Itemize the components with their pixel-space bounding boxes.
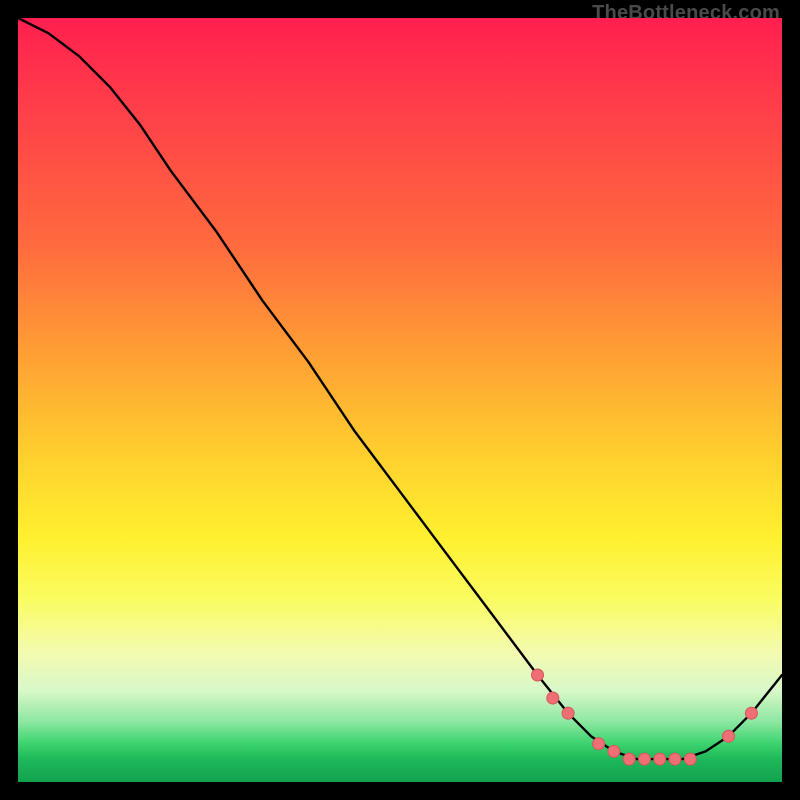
curve-marker [654, 753, 666, 765]
chart-stage: TheBottleneck.com [0, 0, 800, 800]
curve-marker [562, 707, 574, 719]
curve-marker [623, 753, 635, 765]
curve-marker [608, 745, 620, 757]
curve-marker [532, 669, 544, 681]
curve-marker [723, 730, 735, 742]
curve-marker [593, 738, 605, 750]
plot-area [18, 18, 782, 782]
bottleneck-curve-path [18, 18, 782, 759]
curve-marker [669, 753, 681, 765]
curve-marker [745, 707, 757, 719]
curve-svg [18, 18, 782, 782]
curve-marker [639, 753, 651, 765]
curve-marker [684, 753, 696, 765]
curve-markers [532, 669, 758, 765]
curve-marker [547, 692, 559, 704]
